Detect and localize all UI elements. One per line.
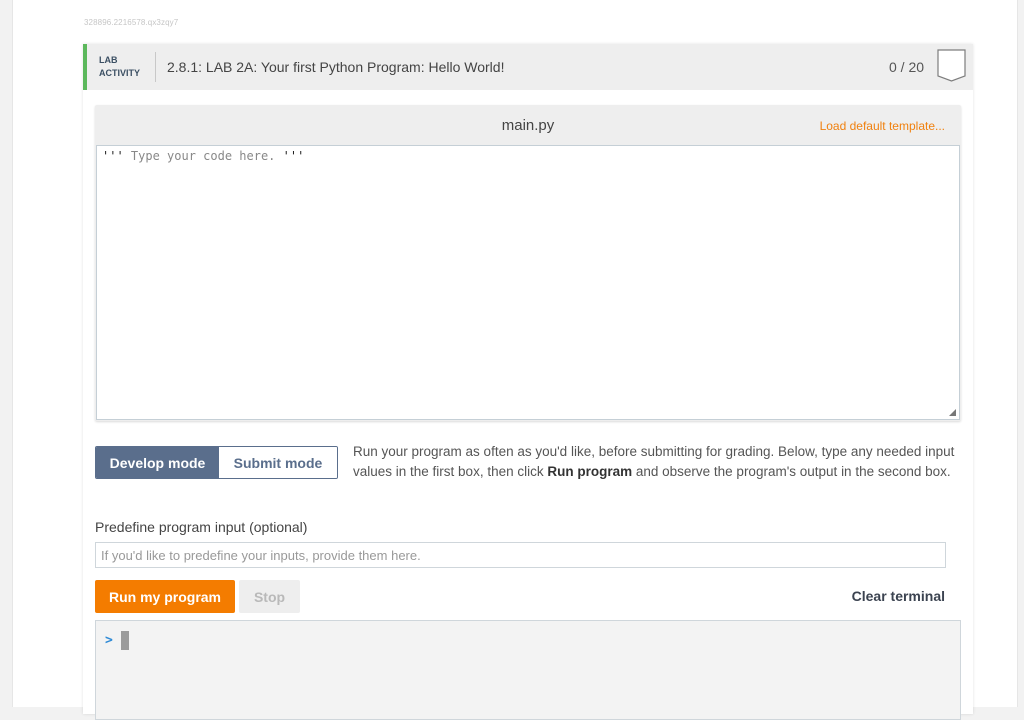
lab-score: 0 / 20 [889,59,925,75]
mode-description-part2: and observe the program's output in the … [632,464,951,479]
mode-description: Run your program as often as you'd like,… [353,442,963,482]
clear-terminal-button[interactable]: Clear terminal [852,588,945,604]
reference-id: 328896.2216578.qx3zqy7 [84,18,179,27]
stop-button[interactable]: Stop [239,580,300,613]
code-editor: main.py Load default template... ''' Typ… [95,105,961,421]
load-default-template-link[interactable]: Load default template... [820,119,945,133]
submit-mode-button[interactable]: Submit mode [219,447,337,478]
terminal-output[interactable]: > [95,620,961,720]
run-program-button[interactable]: Run my program [95,580,235,613]
code-comment: Type your code here. [123,149,283,163]
predefine-input-field[interactable] [95,542,946,568]
lab-tag-line1: LAB [99,55,118,65]
mode-toggle: Develop mode Submit mode [95,446,338,479]
code-quote-open: ''' [102,149,124,163]
page: 328896.2216578.qx3zqy7 LAB ACTIVITY 2.8.… [12,0,1018,720]
terminal-cursor [121,631,129,650]
code-quote-close: ''' [282,149,305,163]
resize-grip-icon[interactable] [949,409,956,416]
header-divider [155,52,156,82]
completion-badge-icon [937,49,966,82]
lab-title: 2.8.1: LAB 2A: Your first Python Program… [167,59,505,75]
predefine-input-label: Predefine program input (optional) [95,519,308,535]
lab-activity-tag: LAB ACTIVITY [99,54,140,80]
code-textarea[interactable]: ''' Type your code here. ''' [96,145,960,420]
terminal-prompt-icon: > [105,633,113,648]
lab-activity-card: LAB ACTIVITY 2.8.1: LAB 2A: Your first P… [83,44,973,720]
lab-tag-line2: ACTIVITY [99,68,141,78]
develop-mode-button[interactable]: Develop mode [96,447,219,478]
mode-description-bold: Run program [547,464,633,479]
lab-header: LAB ACTIVITY 2.8.1: LAB 2A: Your first P… [83,44,973,90]
